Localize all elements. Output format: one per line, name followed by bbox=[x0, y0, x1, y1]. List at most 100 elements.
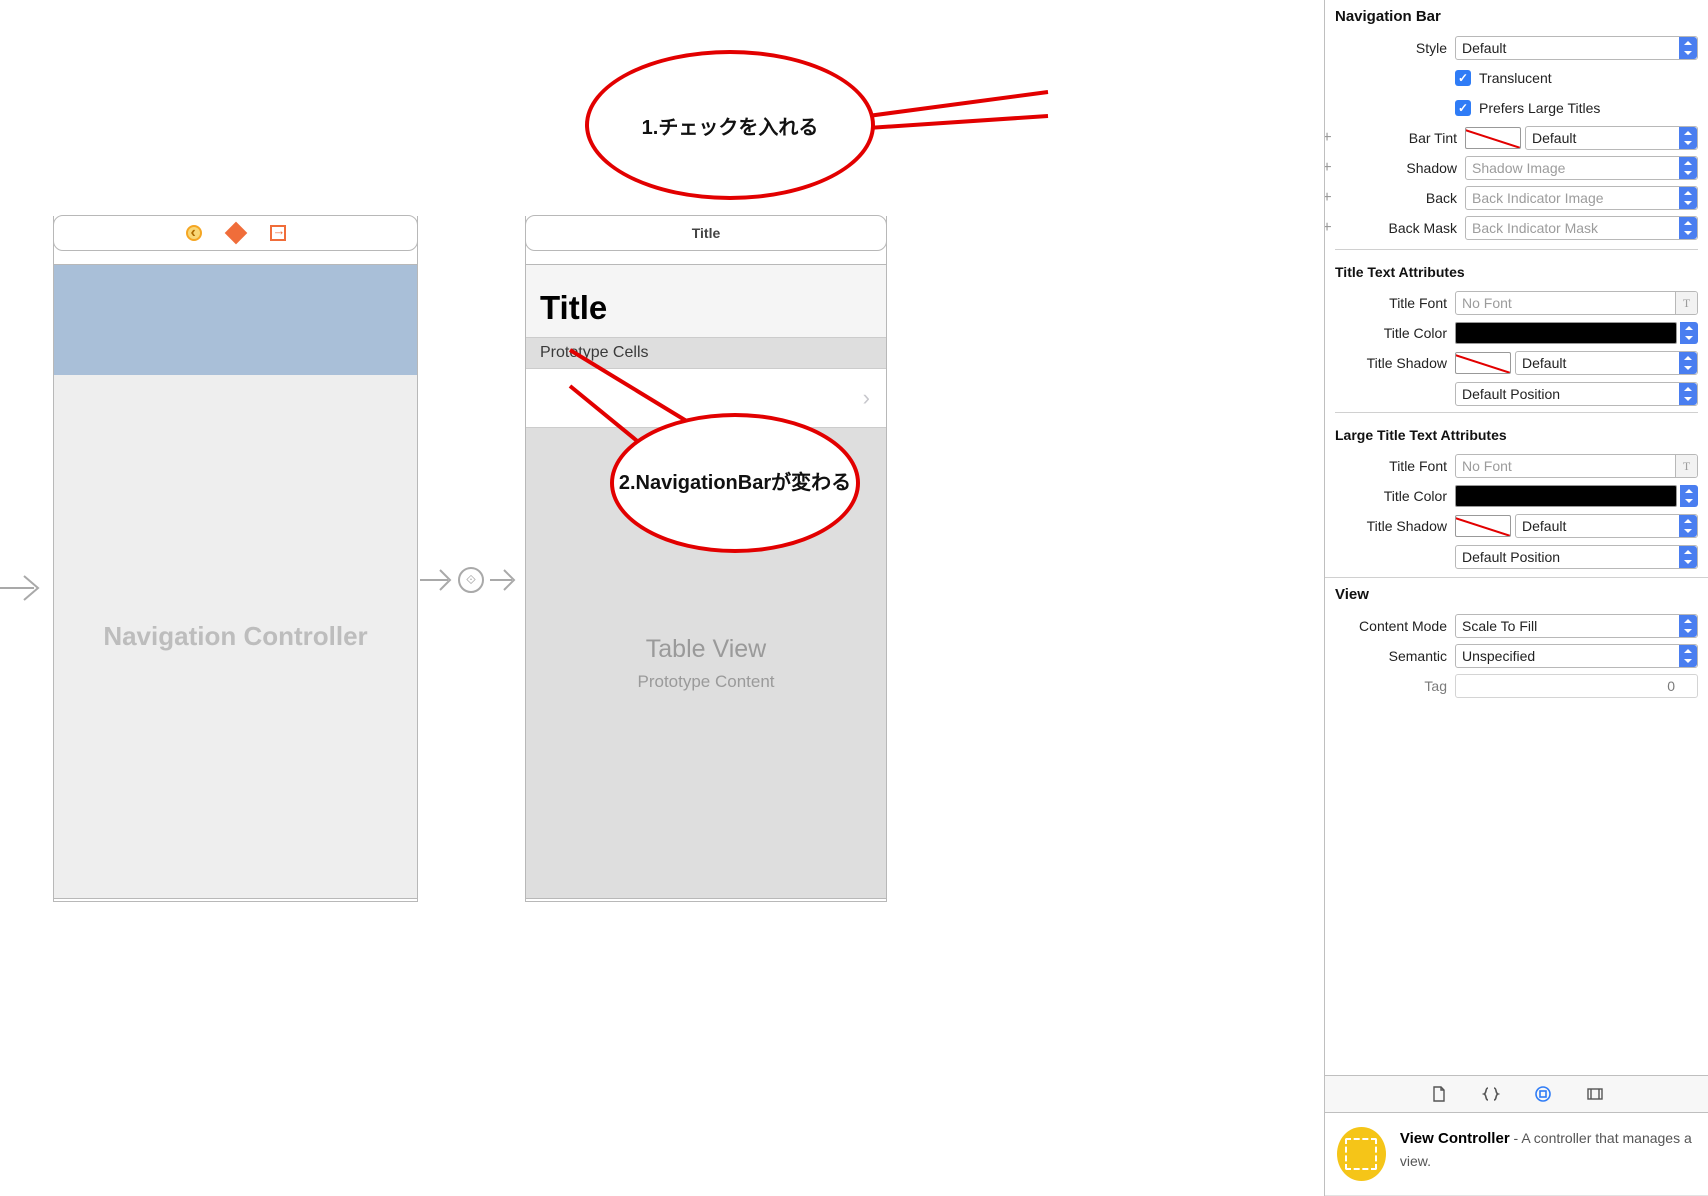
title-shadow-select[interactable]: Default bbox=[1515, 351, 1698, 375]
title-shadow-swatch[interactable] bbox=[1455, 352, 1511, 374]
scene-label: Navigation Controller bbox=[54, 375, 417, 898]
row-back-mask: + Back Mask Back Indicator Mask bbox=[1325, 213, 1708, 243]
dropdown-arrows-icon[interactable] bbox=[1680, 485, 1698, 507]
scene-title: Title bbox=[692, 225, 721, 241]
checkmark-icon: ✓ bbox=[1455, 100, 1471, 116]
dropdown-arrows-icon bbox=[1679, 383, 1697, 405]
annotation-text: 2.NavigationBarが変わる bbox=[619, 468, 851, 498]
large-title-shadow-label: Title Shadow bbox=[1325, 518, 1455, 534]
plus-icon[interactable]: + bbox=[1325, 129, 1337, 147]
attributes-inspector: Navigation Bar Style Default ✓ Translucen… bbox=[1324, 0, 1708, 1196]
row-large-title-font: Title Font No FontT bbox=[1325, 451, 1708, 481]
library-tabs bbox=[1325, 1075, 1708, 1113]
initial-scene-arrow-icon bbox=[0, 568, 46, 608]
disclosure-chevron-icon: › bbox=[863, 385, 870, 411]
bar-tint-swatch[interactable] bbox=[1465, 127, 1521, 149]
navigation-bar-large-title[interactable]: Title bbox=[526, 265, 886, 338]
large-title-shadow-swatch[interactable] bbox=[1455, 515, 1511, 537]
dropdown-arrows-icon bbox=[1679, 645, 1697, 667]
library-item-title: View Controller bbox=[1400, 1130, 1510, 1147]
prefers-large-titles-label: Prefers Large Titles bbox=[1479, 100, 1600, 116]
plus-icon[interactable]: + bbox=[1325, 189, 1337, 207]
prefers-large-titles-checkbox[interactable]: ✓ Prefers Large Titles bbox=[1455, 100, 1600, 116]
tag-label: Tag bbox=[1325, 678, 1455, 694]
shadow-image-select[interactable]: Shadow Image bbox=[1465, 156, 1698, 180]
dropdown-arrows-icon[interactable] bbox=[1680, 322, 1698, 344]
large-title-color-label: Title Color bbox=[1325, 488, 1455, 504]
library-tab-code-icon[interactable] bbox=[1480, 1083, 1502, 1105]
back-image-select[interactable]: Back Indicator Image bbox=[1465, 186, 1698, 210]
title-font-label: Title Font bbox=[1325, 295, 1455, 311]
translucent-checkbox[interactable]: ✓ Translucent bbox=[1455, 70, 1552, 86]
row-title-color: Title Color bbox=[1325, 318, 1708, 348]
title-shadow-position-select[interactable]: Default Position bbox=[1455, 382, 1698, 406]
plus-icon[interactable]: + bbox=[1325, 159, 1337, 177]
navigation-bar-preview bbox=[54, 265, 417, 375]
title-font-field[interactable]: No FontT bbox=[1455, 291, 1698, 315]
large-title-font-label: Title Font bbox=[1325, 458, 1455, 474]
translucent-label: Translucent bbox=[1479, 70, 1552, 86]
checkmark-icon: ✓ bbox=[1455, 70, 1471, 86]
style-label: Style bbox=[1325, 40, 1455, 56]
content-mode-label: Content Mode bbox=[1325, 618, 1455, 634]
view-controller-icon bbox=[1337, 1127, 1386, 1181]
storyboard-canvas[interactable]: Navigation Controller ⟐ Title Title Prot… bbox=[0, 0, 918, 1196]
scene-header: Title bbox=[525, 215, 887, 251]
large-title-color-swatch[interactable] bbox=[1455, 485, 1677, 507]
scene-table-view-controller[interactable]: Title Title Prototype Cells › Table View… bbox=[525, 216, 887, 902]
library-tab-file-icon[interactable] bbox=[1428, 1083, 1450, 1105]
plus-icon[interactable]: + bbox=[1325, 219, 1337, 237]
scene-body: Navigation Controller bbox=[53, 264, 418, 899]
back-label: Back bbox=[1335, 190, 1465, 206]
semantic-label: Semantic bbox=[1325, 648, 1455, 664]
section-header-navigation-bar: Navigation Bar bbox=[1325, 0, 1708, 33]
library-item-view-controller[interactable]: View Controller - A controller that mana… bbox=[1325, 1113, 1708, 1196]
row-content-mode: Content Mode Scale To Fill bbox=[1325, 611, 1708, 641]
row-title-shadow: Title Shadow Default bbox=[1325, 348, 1708, 378]
annotation-text: 1.チェックを入れる bbox=[642, 111, 819, 140]
annotation-callout-1: 1.チェックを入れる bbox=[585, 50, 875, 200]
title-color-label: Title Color bbox=[1325, 325, 1455, 341]
title-color-swatch[interactable] bbox=[1455, 322, 1677, 344]
font-picker-icon[interactable]: T bbox=[1675, 292, 1697, 314]
row-large-title-shadow: Title Shadow Default bbox=[1325, 511, 1708, 541]
large-title-shadow-position-select[interactable]: Default Position bbox=[1455, 545, 1698, 569]
large-title-font-field[interactable]: No FontT bbox=[1455, 454, 1698, 478]
scene-header bbox=[53, 215, 418, 251]
semantic-select[interactable]: Unspecified bbox=[1455, 644, 1698, 668]
section-header-large-title-text-attributes: Large Title Text Attributes bbox=[1325, 419, 1708, 451]
row-shadow: + Shadow Shadow Image bbox=[1325, 153, 1708, 183]
segue-icon[interactable]: ⟐ bbox=[458, 567, 484, 593]
row-title-font: Title Font No FontT bbox=[1325, 288, 1708, 318]
bar-tint-select[interactable]: Default bbox=[1525, 126, 1698, 150]
title-shadow-label: Title Shadow bbox=[1325, 355, 1455, 371]
back-mask-label: Back Mask bbox=[1335, 220, 1465, 236]
section-header-title-text-attributes: Title Text Attributes bbox=[1325, 256, 1708, 288]
dropdown-arrows-icon bbox=[1679, 127, 1697, 149]
section-header-view: View bbox=[1325, 578, 1708, 611]
library-tab-media-icon[interactable] bbox=[1584, 1083, 1606, 1105]
dropdown-arrows-icon bbox=[1679, 157, 1697, 179]
row-semantic: Semantic Unspecified bbox=[1325, 641, 1708, 671]
dropdown-arrows-icon bbox=[1679, 217, 1697, 239]
library-tab-object-icon[interactable] bbox=[1532, 1083, 1554, 1105]
segue-arrow[interactable]: ⟐ bbox=[420, 560, 525, 600]
dropdown-arrows-icon bbox=[1679, 187, 1697, 209]
row-back: + Back Back Indicator Image bbox=[1325, 183, 1708, 213]
back-mask-select[interactable]: Back Indicator Mask bbox=[1465, 216, 1698, 240]
dropdown-arrows-icon bbox=[1679, 515, 1697, 537]
row-tag: Tag 0 bbox=[1325, 671, 1708, 701]
scene-exit-icon bbox=[269, 224, 287, 242]
prototype-content-label: Prototype Content bbox=[637, 672, 774, 692]
content-mode-select[interactable]: Scale To Fill bbox=[1455, 614, 1698, 638]
table-view-label: Table View bbox=[646, 635, 766, 664]
dropdown-arrows-icon bbox=[1679, 615, 1697, 637]
scene-first-responder-icon bbox=[227, 224, 245, 242]
large-title-shadow-select[interactable]: Default bbox=[1515, 514, 1698, 538]
style-select[interactable]: Default bbox=[1455, 36, 1698, 60]
scene-navigation-controller[interactable]: Navigation Controller bbox=[53, 216, 418, 902]
font-picker-icon[interactable]: T bbox=[1675, 455, 1697, 477]
scene-vc-icon bbox=[185, 224, 203, 242]
tag-field[interactable]: 0 bbox=[1455, 674, 1698, 698]
dropdown-arrows-icon bbox=[1679, 37, 1697, 59]
